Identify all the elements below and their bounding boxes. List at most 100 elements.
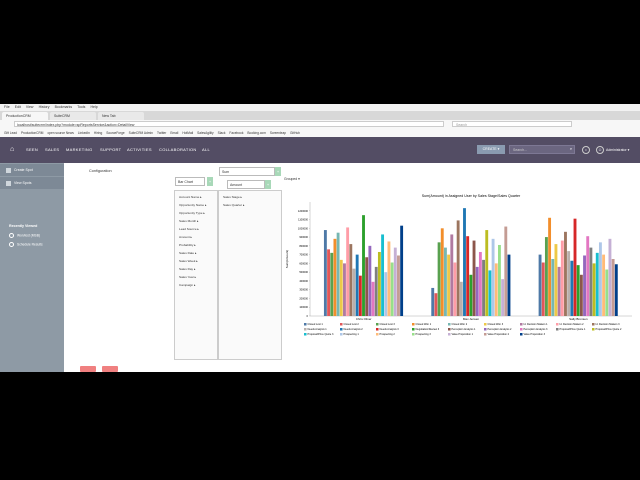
home-icon[interactable]: ⌂ <box>10 145 14 154</box>
field-item[interactable]: Sales Date ▸ <box>179 251 197 255</box>
legend-swatch <box>484 323 487 326</box>
recent-item[interactable]: Won/lost (MSB) <box>9 233 40 238</box>
bar <box>611 259 615 316</box>
bookmark-item[interactable]: Twitter <box>157 129 166 137</box>
bar <box>387 241 391 316</box>
bookmark-item[interactable]: Screenleap <box>270 129 286 137</box>
bookmark-item[interactable]: LinkedIn <box>78 129 90 137</box>
grouped-select[interactable]: Grouped ▾ <box>284 177 300 181</box>
url-input[interactable]: localhost/suitecrm/index.php?module=spRe… <box>14 121 444 127</box>
legend-label: Needs Analysis 3 <box>380 328 400 331</box>
plus-icon <box>6 167 11 173</box>
recent-item[interactable]: Schedule Results <box>9 242 43 247</box>
field-item[interactable]: Sales Day ▸ <box>179 267 196 271</box>
bar <box>390 262 394 316</box>
field-item[interactable]: Sales Stage ▸ <box>223 195 242 199</box>
bookmark-item[interactable]: open source News <box>47 129 73 137</box>
nav-marketing[interactable]: MARKETING <box>66 137 92 163</box>
search-icon[interactable]: ⌕ <box>567 146 575 154</box>
bar <box>365 257 369 316</box>
bar <box>507 254 511 316</box>
menu-view[interactable]: View <box>26 104 34 111</box>
menu-tools[interactable]: Tools <box>77 104 85 111</box>
bar <box>463 208 466 316</box>
create-spot-label: Create Spot <box>14 168 33 172</box>
bar <box>494 263 498 316</box>
bar <box>602 254 606 316</box>
chart-type-add-button[interactable]: + <box>207 177 213 186</box>
amount-select[interactable]: Amount <box>227 180 265 189</box>
user-menu[interactable]: Administrator ▾ <box>606 137 629 163</box>
bar <box>538 254 542 316</box>
field-item[interactable]: Campaign ▸ <box>179 283 196 287</box>
nav-all[interactable]: ALL <box>202 137 210 163</box>
circle-icon <box>9 233 14 238</box>
y-tick-label: 400000 <box>299 279 308 283</box>
tab-new[interactable]: New Tab <box>98 112 144 120</box>
y-tick-label: 1000000 <box>298 226 309 230</box>
legend-label: Closed Lost 1 <box>308 323 324 326</box>
sum-select[interactable]: Sum <box>219 167 275 176</box>
bar <box>576 265 580 316</box>
menu-file[interactable]: File <box>4 104 10 111</box>
x-tick-label: Max Jensen <box>463 317 480 321</box>
create-spot-action[interactable]: Create Spot <box>0 164 64 176</box>
amount-add-button[interactable]: + <box>265 180 271 189</box>
browser-search-input[interactable]: Search <box>452 121 572 127</box>
legend-label: Value Proposition 3 <box>524 333 546 336</box>
field-item[interactable]: Account Name ▸ <box>179 195 202 199</box>
notification-icon[interactable]: • <box>582 146 590 154</box>
field-item[interactable]: Sales Week ▸ <box>179 259 198 263</box>
bookmark-item[interactable]: Hiring <box>94 129 102 137</box>
bar <box>393 247 397 316</box>
nav-seen[interactable]: SEEN <box>26 137 38 163</box>
bar <box>459 281 463 316</box>
bookmark-item[interactable]: HotMail <box>182 129 193 137</box>
menu-history[interactable]: History <box>39 104 50 111</box>
chart-type-select[interactable]: Bar Chart <box>175 177 205 186</box>
field-item[interactable]: Sales Year ▸ <box>179 275 196 279</box>
avatar-icon[interactable]: ☺ <box>596 146 604 154</box>
menu-help[interactable]: Help <box>91 104 98 111</box>
sum-add-button[interactable]: + <box>275 167 281 176</box>
menu-edit[interactable]: Edit <box>15 104 21 111</box>
field-item[interactable]: Sales Month ▸ <box>179 219 199 223</box>
bookmark-item[interactable]: Gift Lead <box>4 129 17 137</box>
nav-collaboration[interactable]: COLLABORATION <box>159 137 197 163</box>
global-search-input[interactable]: Search... <box>509 145 575 154</box>
bookmark-item[interactable]: ProductionCRM <box>21 129 44 137</box>
y-tick-label: 0 <box>307 314 309 318</box>
view-spots-action[interactable]: View Spots <box>0 177 64 189</box>
bookmark-item[interactable]: SalesAgility <box>197 129 213 137</box>
cancel-button[interactable] <box>102 366 118 372</box>
menu-bookmarks[interactable]: Bookmarks <box>55 104 73 111</box>
bookmark-item[interactable]: Slack <box>218 129 226 137</box>
bookmark-item[interactable]: SourceForge <box>106 129 124 137</box>
bar <box>560 240 564 316</box>
bookmark-item[interactable]: Email <box>170 129 178 137</box>
recent-item-label: Schedule Results <box>17 242 43 247</box>
create-button[interactable]: CREATE ▾ <box>477 145 505 154</box>
tab-suitecrm[interactable]: SuiteCRM <box>50 112 96 120</box>
nav-support[interactable]: SUPPORT <box>100 137 121 163</box>
field-item[interactable]: Lead Source ▸ <box>179 227 199 231</box>
circle-icon <box>9 242 14 247</box>
bookmark-item[interactable]: GitHub <box>290 129 300 137</box>
bar <box>447 254 451 316</box>
bookmark-item[interactable]: SuiteCRM Admin <box>129 129 153 137</box>
nav-activities[interactable]: ACTIVITIES <box>127 137 152 163</box>
nav-sales[interactable]: SALES <box>45 137 59 163</box>
tab-productioncrm[interactable]: ProductionCRM <box>2 112 48 120</box>
bar <box>573 218 577 316</box>
bookmark-item[interactable]: Booking.com <box>247 129 265 137</box>
bookmark-item[interactable]: Facebook <box>229 129 243 137</box>
field-item[interactable]: Probability ▸ <box>179 243 196 247</box>
bar <box>437 242 441 316</box>
bar <box>374 266 378 316</box>
field-item[interactable]: Opportunity Name ▸ <box>179 203 207 207</box>
legend-label: Closed Won 1 <box>416 323 432 326</box>
save-button[interactable] <box>80 366 96 372</box>
field-item[interactable]: Amount ▸ <box>179 235 192 239</box>
field-item[interactable]: Sales Quarter ▸ <box>223 203 245 207</box>
field-item[interactable]: Opportunity Type ▸ <box>179 211 205 215</box>
